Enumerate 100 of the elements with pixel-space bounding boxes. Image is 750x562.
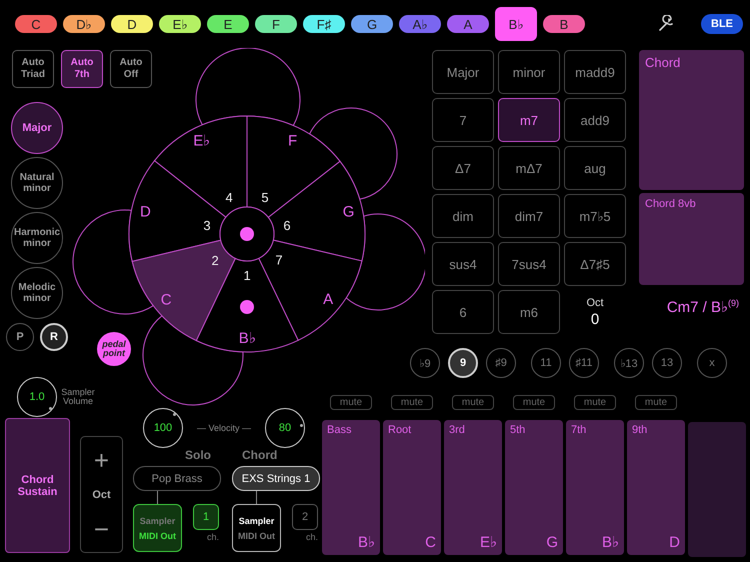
chord-type-button[interactable]: 7 <box>432 98 494 142</box>
key-button[interactable]: G <box>351 15 393 33</box>
scale-button[interactable]: Harmonic minor <box>11 212 63 264</box>
chord-pad[interactable]: Chord 8vb <box>639 193 744 285</box>
extension-button[interactable]: ♯11 <box>569 348 599 378</box>
key-button[interactable]: A <box>447 15 489 33</box>
marker-dot <box>240 227 254 241</box>
output-toggle[interactable]: Sampler MIDI Out <box>232 504 281 552</box>
auto-mode-button[interactable]: Auto Off <box>110 50 152 88</box>
voice-pad[interactable]: 7th B♭ <box>566 420 624 555</box>
mute-button[interactable]: mute <box>452 395 494 410</box>
channel-button[interactable]: 2 <box>292 504 318 530</box>
minus-button[interactable]: − <box>94 516 110 542</box>
center-ring[interactable] <box>220 206 274 262</box>
extension-button[interactable]: ♭9 <box>410 348 440 378</box>
note-label: A <box>323 291 334 308</box>
mode-button[interactable]: P <box>6 323 34 351</box>
chord-type-button[interactable]: mΔ7 <box>498 146 560 190</box>
chord-type-button[interactable]: Δ7 <box>432 146 494 190</box>
mute-button[interactable]: mute <box>635 395 677 410</box>
channel-label: ch. <box>206 532 219 542</box>
voice-pad[interactable]: Bass B♭ <box>322 420 380 555</box>
chord-type-button[interactable]: Δ7♯5 <box>564 242 626 286</box>
key-button[interactable]: E <box>207 15 249 33</box>
wheel-pad[interactable] <box>196 48 300 126</box>
extension-button[interactable]: 11 <box>531 348 561 378</box>
voice-pad[interactable]: 3rd E♭ <box>444 420 502 555</box>
auto-mode-button[interactable]: Auto Triad <box>12 50 54 88</box>
extension-button[interactable]: 9 <box>448 348 478 378</box>
note-label: E♭ <box>193 132 210 150</box>
key-button[interactable]: B♭ <box>495 7 537 41</box>
scale-button[interactable]: Major <box>11 102 63 154</box>
output-toggle[interactable]: Sampler MIDI Out <box>133 504 182 552</box>
instrument-button[interactable]: Pop Brass <box>133 466 221 491</box>
chord-sector[interactable] <box>246 116 340 218</box>
extension-button[interactable]: x <box>697 348 727 378</box>
chord-type-button[interactable]: dim <box>432 194 494 238</box>
mute-button[interactable]: mute <box>574 395 616 410</box>
chord-type-button[interactable]: 6 <box>432 290 494 334</box>
instrument-button[interactable]: EXS Strings 1 <box>232 466 320 491</box>
chord-type-button[interactable]: m7 <box>498 98 560 142</box>
velocity-knob[interactable]: 80 <box>265 408 305 448</box>
key-button[interactable]: B <box>543 15 585 33</box>
note-label: B♭ <box>238 330 256 347</box>
chord-type-button[interactable]: dim7 <box>498 194 560 238</box>
extension-button[interactable]: ♭13 <box>614 348 644 378</box>
output-title: Solo <box>185 448 211 462</box>
extension-button[interactable]: 13 <box>652 348 682 378</box>
voice-note: B♭ <box>602 533 619 551</box>
ble-button[interactable]: BLE <box>701 14 743 34</box>
key-button[interactable]: A♭ <box>399 15 441 33</box>
extension-button[interactable]: ♯9 <box>486 348 516 378</box>
voice-pad[interactable]: 9th D <box>627 420 685 555</box>
chord-type-button[interactable]: minor <box>498 50 560 94</box>
chord-sector[interactable] <box>154 116 248 218</box>
key-button[interactable]: F♯ <box>303 15 345 33</box>
channel-label: ch. <box>306 532 318 542</box>
scale-button[interactable]: Natural minor <box>11 157 63 209</box>
voice-label: 9th <box>632 424 648 436</box>
voice-note: B♭ <box>358 533 375 551</box>
scale-button[interactable]: Melodic minor <box>11 267 63 319</box>
chord-type-button[interactable]: m7♭5 <box>564 194 626 238</box>
chord-type-button[interactable]: aug <box>564 146 626 190</box>
chord-type-button[interactable]: m6 <box>498 290 560 334</box>
chord-type-button[interactable]: sus4 <box>432 242 494 286</box>
degree-label: 2 <box>212 252 219 268</box>
wrench-icon[interactable] <box>657 15 675 33</box>
volume-knob[interactable]: 1.0 <box>17 377 57 417</box>
stepper-label: Oct <box>92 488 111 500</box>
chord-type-button[interactable]: 7sus4 <box>498 242 560 286</box>
key-button[interactable]: F <box>255 15 297 33</box>
mode-button[interactable]: R <box>40 323 68 351</box>
chord-pad[interactable]: Chord <box>639 50 744 190</box>
plus-button[interactable]: + <box>94 447 110 473</box>
mute-button[interactable]: mute <box>513 395 555 410</box>
pedal-point-button[interactable]: pedal point <box>97 332 131 366</box>
chord-sustain-button[interactable]: Chord Sustain <box>5 418 70 553</box>
key-button[interactable]: D <box>111 15 153 33</box>
key-button[interactable]: E♭ <box>159 15 201 33</box>
chord-sector[interactable] <box>132 240 236 342</box>
key-button[interactable]: C <box>15 15 57 33</box>
voice-label: 3rd <box>449 424 465 436</box>
voice-pad[interactable]: 5th G <box>505 420 563 555</box>
chord-sector[interactable] <box>196 258 299 352</box>
key-button[interactable]: D♭ <box>63 15 105 33</box>
mute-button[interactable]: mute <box>330 395 372 410</box>
wheel-pad[interactable] <box>309 108 398 200</box>
chord-sector[interactable] <box>258 240 362 341</box>
mute-button[interactable]: mute <box>391 395 433 410</box>
channel-button[interactable]: 1 <box>193 504 219 530</box>
velocity-knob[interactable]: 100 <box>143 408 183 448</box>
voice-pad[interactable]: Root C <box>383 420 441 555</box>
chord-type-button[interactable]: madd9 <box>564 50 626 94</box>
note-label: D <box>140 204 151 220</box>
chord-type-button[interactable]: Major <box>432 50 494 94</box>
chord-type-button[interactable]: add9 <box>564 98 626 142</box>
degree-label: 7 <box>275 252 283 268</box>
auto-mode-button[interactable]: Auto 7th <box>61 50 103 88</box>
voice-note: E♭ <box>480 533 497 551</box>
voice-label: Bass <box>327 424 352 436</box>
